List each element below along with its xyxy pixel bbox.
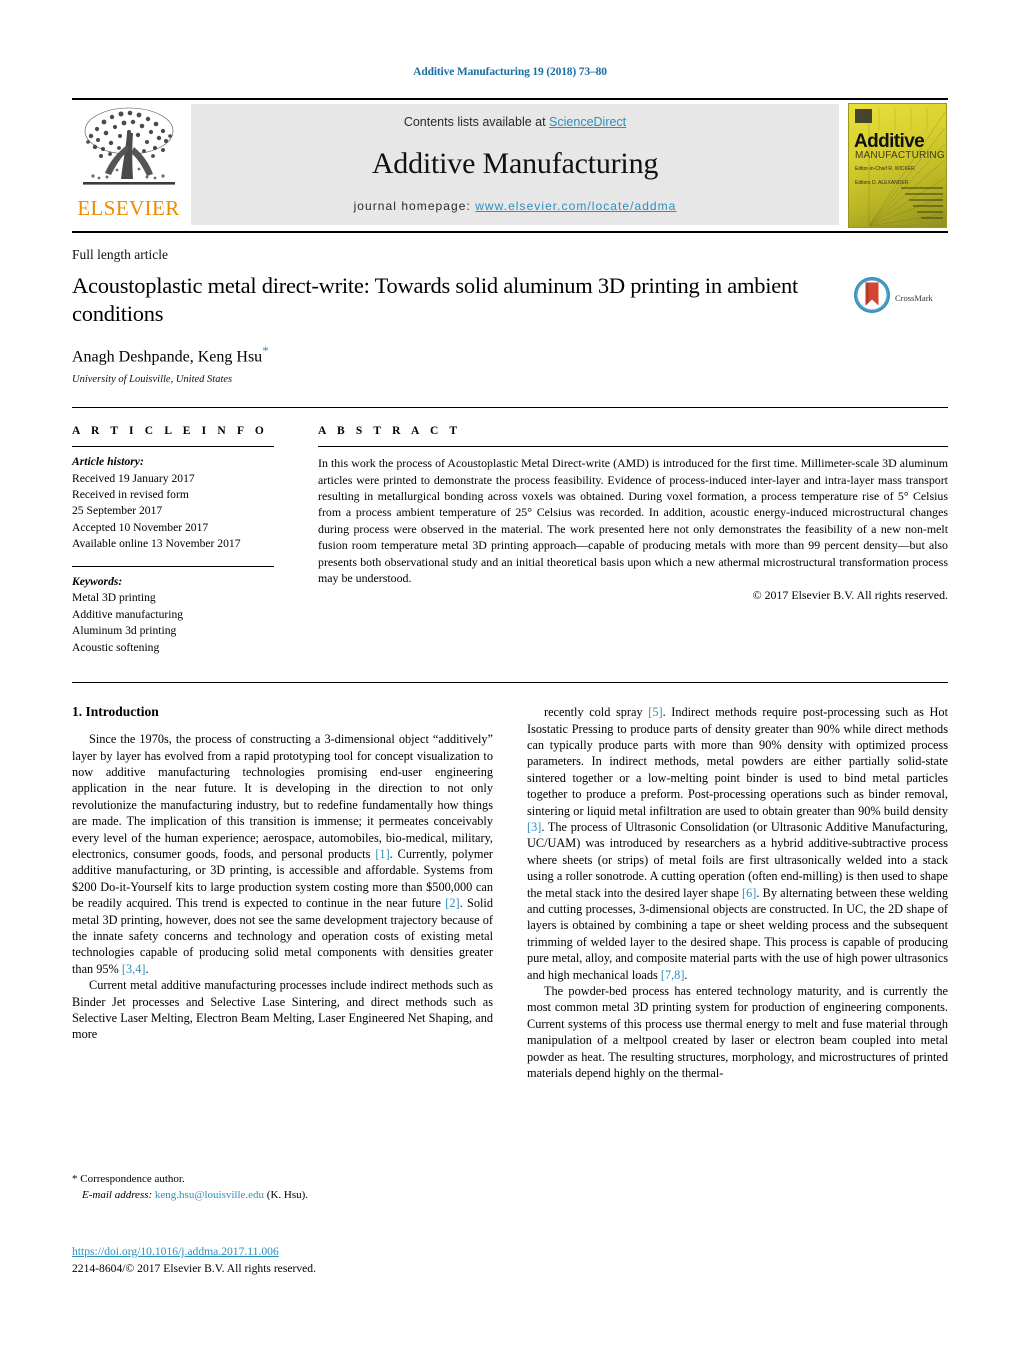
crossmark-icon xyxy=(853,276,891,319)
journal-cover-thumbnail: Additive MANUFACTURING Editor-in-Chief R… xyxy=(848,103,947,228)
text-run: The powder-bed process has entered techn… xyxy=(527,984,948,1081)
footnote-zone: * Correspondence author. E-mail address:… xyxy=(72,1172,492,1203)
contents-prefix: Contents lists available at xyxy=(403,115,550,129)
masthead-center-band: Contents lists available at ScienceDirec… xyxy=(191,104,839,225)
history-item: Received in revised form xyxy=(72,488,189,502)
citation-link[interactable]: [1] xyxy=(375,847,389,861)
citation-link[interactable]: [3,4] xyxy=(122,962,146,976)
paragraph: Since the 1970s, the process of construc… xyxy=(72,731,493,977)
contents-available-line: Contents lists available at ScienceDirec… xyxy=(404,115,626,129)
text-run: Current metal additive manufacturing pro… xyxy=(72,978,493,1042)
article-info-rule xyxy=(72,446,274,448)
divider-above-info xyxy=(72,407,948,409)
cover-subtitle: MANUFACTURING xyxy=(855,150,945,161)
crossmark-badge[interactable]: CrossMark xyxy=(853,272,948,319)
citation-link[interactable]: [7,8] xyxy=(661,968,685,982)
author-names: Anagh Deshpande, Keng Hsu xyxy=(72,348,263,366)
keywords-block: Keywords: Metal 3D printing Additive man… xyxy=(72,574,274,656)
body-columns: 1. Introduction Since the 1970s, the pro… xyxy=(72,704,948,1081)
running-head: Additive Manufacturing 19 (2018) 73–80 xyxy=(413,66,607,78)
elsevier-logo: ELSEVIER xyxy=(72,100,185,231)
correspondence-note: * Correspondence author. E-mail address:… xyxy=(72,1172,492,1203)
issn-copyright-line: 2214-8604/© 2017 Elsevier B.V. All right… xyxy=(72,1261,316,1275)
cover-editor-b: Editors D. ALEXANDER xyxy=(855,180,909,186)
keywords-label: Keywords: xyxy=(72,574,123,588)
abstract-text: In this work the process of Acoustoplast… xyxy=(318,456,948,586)
journal-title: Additive Manufacturing xyxy=(371,147,659,180)
history-item: Available online 13 November 2017 xyxy=(72,537,241,551)
correspondence-marker: * xyxy=(72,1173,78,1185)
corresponding-author-marker: * xyxy=(262,342,269,358)
elsevier-tree-icon xyxy=(77,103,181,197)
sciencedirect-link[interactable]: ScienceDirect xyxy=(549,115,626,129)
abstract-copyright: © 2017 Elsevier B.V. All rights reserved… xyxy=(752,588,948,603)
paragraph: recently cold spray [5]. Indirect method… xyxy=(527,704,948,983)
paper-page: Additive Manufacturing 19 (2018) 73–80 E… xyxy=(0,0,1020,1351)
article-type-label: Full length article xyxy=(72,247,168,262)
author-list: Anagh Deshpande, Keng Hsu* xyxy=(72,343,839,366)
title-block: Acoustoplastic metal direct-write: Towar… xyxy=(72,272,853,385)
article-info-heading: A R T I C L E I N F O xyxy=(72,425,268,438)
paragraph: Current metal additive manufacturing pro… xyxy=(72,977,493,1043)
correspondence-label: Correspondence author. xyxy=(80,1173,185,1185)
text-run: . xyxy=(145,961,149,976)
info-abstract-section: A R T I C L E I N F O Article history: R… xyxy=(72,425,948,656)
citation-link[interactable]: [6] xyxy=(742,886,756,900)
keyword-item: Metal 3D printing xyxy=(72,591,156,605)
body-column-left: 1. Introduction Since the 1970s, the pro… xyxy=(72,704,493,1081)
keyword-item: Acoustic softening xyxy=(72,640,160,654)
abstract-heading: A B S T R A C T xyxy=(318,425,462,438)
body-column-right: recently cold spray [5]. Indirect method… xyxy=(527,704,948,1081)
text-run: Since the 1970s, the process of construc… xyxy=(72,732,493,861)
abstract-rule xyxy=(318,446,948,448)
email-link[interactable]: keng.hsu@louisville.edu xyxy=(155,1189,264,1201)
cover-editor-a: Editor-in-Chief R. WICKER xyxy=(855,166,915,172)
article-info-column: A R T I C L E I N F O Article history: R… xyxy=(72,425,318,656)
email-suffix: (K. Hsu). xyxy=(266,1188,309,1201)
citation-link[interactable]: [3] xyxy=(527,820,541,834)
abstract-column: A B S T R A C T In this work the process… xyxy=(318,425,948,656)
bottom-meta: https://doi.org/10.1016/j.addma.2017.11.… xyxy=(72,1244,316,1278)
text-run: . xyxy=(684,967,688,982)
journal-cover-container: Additive MANUFACTURING Editor-in-Chief R… xyxy=(845,100,948,231)
keyword-item: Additive manufacturing xyxy=(72,607,184,621)
journal-homepage-line: journal homepage: www.elsevier.com/locat… xyxy=(354,199,677,213)
email-label: E-mail address: xyxy=(82,1188,153,1201)
doi-link[interactable]: https://doi.org/10.1016/j.addma.2017.11.… xyxy=(72,1245,279,1258)
history-item: Received 19 January 2017 xyxy=(72,471,195,485)
homepage-prefix: journal homepage: xyxy=(353,199,476,213)
crossmark-label: CrossMark xyxy=(895,292,933,303)
affiliation: University of Louisville, United States xyxy=(72,374,233,386)
journal-masthead: ELSEVIER Contents lists available at Sci… xyxy=(72,98,948,233)
section-heading-introduction: 1. Introduction xyxy=(72,704,159,720)
title-row: Acoustoplastic metal direct-write: Towar… xyxy=(72,272,948,385)
citation-link[interactable]: [2] xyxy=(445,896,459,910)
cover-elsevier-mark xyxy=(855,109,872,123)
text-run: recently cold spray xyxy=(544,705,649,720)
page-title: Acoustoplastic metal direct-write: Towar… xyxy=(72,273,798,326)
citation-link[interactable]: [5] xyxy=(648,705,662,719)
article-info-separator xyxy=(72,565,274,567)
text-run: . Indirect methods require post-processi… xyxy=(527,705,948,818)
journal-homepage-link[interactable]: www.elsevier.com/locate/addma xyxy=(475,199,676,213)
article-history-label: Article history: xyxy=(72,455,144,469)
keyword-item: Aluminum 3d printing xyxy=(72,624,177,638)
divider-above-body xyxy=(72,682,948,684)
history-item: 25 September 2017 xyxy=(72,504,163,518)
article-history-block: Article history: Received 19 January 201… xyxy=(72,454,274,553)
history-item: Accepted 10 November 2017 xyxy=(72,520,209,534)
elsevier-wordmark: ELSEVIER xyxy=(77,196,180,220)
paragraph: The powder-bed process has entered techn… xyxy=(527,983,948,1081)
